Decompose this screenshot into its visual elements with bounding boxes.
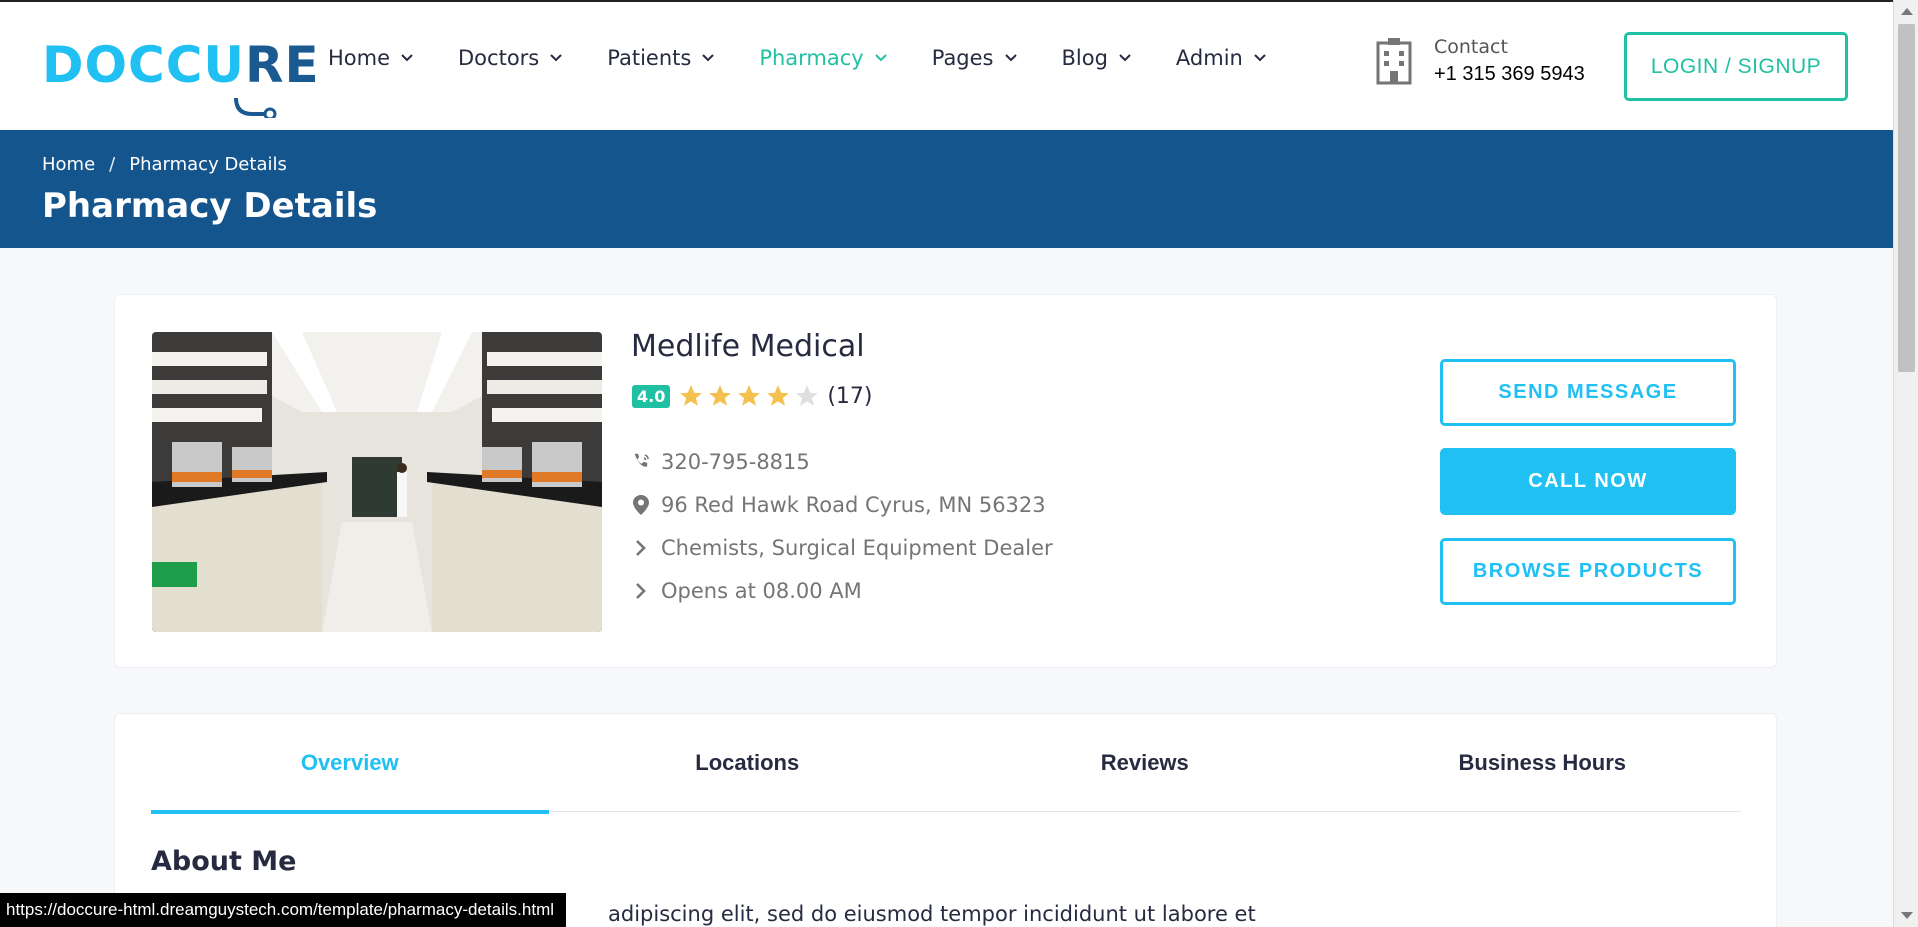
chevron-down-icon [550,54,562,62]
main-nav: Home Doctors Patients Pharmacy Pages Blo… [328,46,1311,70]
call-now-button[interactable]: CALL NOW [1440,448,1736,515]
nav-patients[interactable]: Patients [607,46,716,70]
chevron-down-icon [401,54,413,62]
chevron-down-icon [702,54,715,62]
doccure-logo[interactable]: DOCC U RE [42,34,320,118]
contact-phone[interactable]: +1 315 369 5943 [1434,63,1585,86]
star-filled-icon [709,385,732,406]
site-header: DOCC U RE Home Doctors Patients Pharmacy P… [0,2,1893,130]
browser-status-url: https://doccure-html.dreamguystech.com/t… [0,893,567,927]
hospital-building-icon [1376,38,1412,85]
chevron-right-icon [636,540,646,556]
star-filled-icon [767,385,790,406]
phone-volume-icon [634,453,649,467]
nav-pages[interactable]: Pages [932,46,1019,70]
pharmacy-address: 96 Red Hawk Road Cyrus, MN 56323 [661,493,1046,517]
page-banner: Home / Pharmacy Details Pharmacy Details [0,130,1893,248]
nav-patients-label: Patients [607,46,692,70]
browse-products-button[interactable]: BROWSE PRODUCTS [1440,538,1736,605]
nav-home-label: Home [328,46,391,70]
pharmacy-phone-row: 320-795-8815 [631,450,810,474]
nav-admin-label: Admin [1175,46,1243,70]
pharmacy-address-row: 96 Red Hawk Road Cyrus, MN 56323 [631,493,1046,517]
pharmacy-name: Medlife Medical [631,329,865,364]
scroll-down-arrow-icon[interactable] [1901,912,1913,919]
nav-blog[interactable]: Blog [1062,46,1133,70]
breadcrumb-home-link[interactable]: Home [42,154,95,175]
nav-pharmacy[interactable]: Pharmacy [759,46,888,70]
header-contact: Contact +1 315 369 5943 [1374,36,1585,86]
chevron-down-icon [875,54,887,62]
pharmacy-photo [152,332,602,632]
breadcrumb: Home / Pharmacy Details [42,154,287,175]
star-filled-icon [738,385,761,406]
about-text: adipiscing elit, sed do eiusmod tempor i… [608,902,1256,926]
pharmacy-hours-row: Opens at 08.00 AM [631,579,862,603]
breadcrumb-separator: / [109,154,116,175]
rating: 4.0 (17) [632,383,873,409]
nav-doctors[interactable]: Doctors [458,46,564,70]
nav-pharmacy-label: Pharmacy [759,46,864,70]
review-count: (17) [827,383,873,409]
nav-blog-label: Blog [1061,46,1108,70]
nav-home[interactable]: Home [328,46,415,70]
scroll-thumb[interactable] [1898,24,1915,372]
rating-badge: 4.0 [632,384,671,408]
tab-reviews[interactable]: Reviews [946,714,1344,812]
nav-admin[interactable]: Admin [1176,46,1268,70]
nav-doctors-label: Doctors [458,46,540,70]
page-title: Pharmacy Details [42,186,378,226]
map-marker-icon [633,495,649,515]
tab-bar: Overview Locations Reviews Business Hour… [151,714,1742,814]
scroll-up-arrow-icon[interactable] [1901,8,1913,15]
tab-overview[interactable]: Overview [151,714,549,814]
login-signup-button[interactable]: LOGIN / SIGNUP [1624,32,1848,101]
send-message-button[interactable]: SEND MESSAGE [1440,359,1736,426]
pharmacy-phone[interactable]: 320-795-8815 [661,450,810,474]
star-filled-icon [680,385,703,406]
tab-locations[interactable]: Locations [549,714,947,812]
breadcrumb-current: Pharmacy Details [129,154,287,175]
chevron-right-icon [636,583,646,599]
stethoscope-icon [234,97,277,118]
star-empty-icon [796,385,819,406]
page-scrollbar[interactable] [1893,0,1918,927]
chevron-down-icon [1004,54,1017,62]
pharmacy-card: Medlife Medical 4.0 (17) 320-795-8815 96… [114,294,1777,668]
pharmacy-hours: Opens at 08.00 AM [661,579,862,603]
chevron-down-icon [1254,54,1266,62]
contact-label: Contact [1434,36,1508,58]
chevron-down-icon [1119,54,1131,62]
nav-pages-label: Pages [931,46,994,70]
pharmacy-category-row: Chemists, Surgical Equipment Dealer [631,536,1053,560]
about-title: About Me [151,846,297,877]
tab-business-hours[interactable]: Business Hours [1344,714,1742,812]
logo-text-part-1: DOCC [42,36,204,94]
pharmacy-category: Chemists, Surgical Equipment Dealer [661,536,1053,560]
